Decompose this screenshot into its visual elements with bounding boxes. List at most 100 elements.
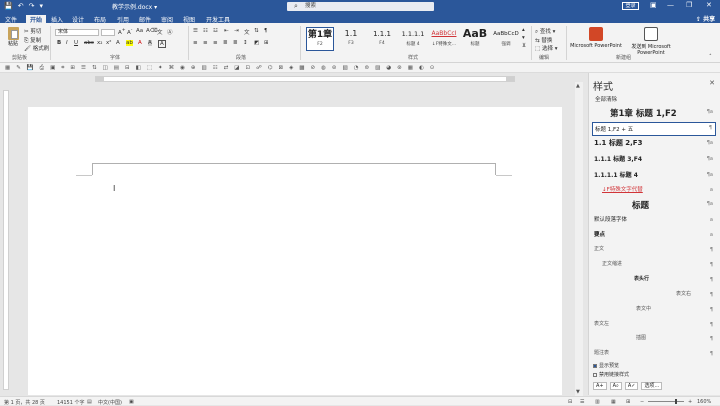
phonetic-guide-icon[interactable]: 文 bbox=[157, 28, 163, 36]
restore-button[interactable]: ❐ bbox=[686, 1, 692, 9]
toolbar-icon[interactable]: ⊡ bbox=[245, 65, 250, 71]
decrease-indent-icon[interactable]: ⇤ bbox=[224, 28, 229, 34]
save-icon[interactable]: 💾 bbox=[4, 2, 13, 10]
find-button[interactable]: ⌕ 查找 ▾ bbox=[535, 27, 555, 36]
gallery-scroll-down-icon[interactable]: ▾ bbox=[522, 35, 525, 41]
manage-styles-icon[interactable]: A✓ bbox=[624, 382, 639, 390]
vertical-scrollbar[interactable]: ▲ ▼ bbox=[575, 82, 583, 396]
toolbar-icon[interactable]: ⌗ bbox=[61, 65, 64, 71]
toolbar-icon[interactable]: ◕ bbox=[386, 65, 391, 71]
replace-button[interactable]: ⇆ 替换 bbox=[535, 36, 552, 44]
toolbar-icon[interactable]: ▩ bbox=[299, 65, 304, 71]
style-gallery-item-f2[interactable]: 第1章 F2 bbox=[306, 27, 334, 51]
new-style-icon[interactable]: A+ bbox=[593, 382, 607, 390]
options-button[interactable]: 选项... bbox=[641, 382, 663, 390]
toolbar-icon[interactable]: ⊙ bbox=[430, 65, 435, 71]
grow-font-icon[interactable]: A+ bbox=[118, 28, 126, 36]
chinese-layout-icon[interactable]: 文 bbox=[244, 28, 250, 36]
gallery-more-icon[interactable]: ⊻ bbox=[522, 43, 526, 49]
document-title-dropdown-icon[interactable]: ▾ bbox=[154, 4, 157, 11]
redo-icon[interactable]: ↷ bbox=[29, 2, 35, 10]
collapse-ribbon-icon[interactable]: ˄ bbox=[709, 54, 712, 60]
style-inspector-icon[interactable]: A⌕ bbox=[609, 382, 622, 390]
style-item-heading4[interactable]: 1.1.1.1 标题 4 ¶a bbox=[592, 170, 716, 184]
undo-icon[interactable]: ↶ bbox=[18, 2, 24, 10]
increase-indent-icon[interactable]: ⇥ bbox=[234, 28, 239, 34]
read-mode-icon[interactable]: ▥ bbox=[595, 399, 600, 405]
toolbar-icon[interactable]: ⊠ bbox=[278, 65, 283, 71]
print-layout-icon[interactable]: ▦ bbox=[611, 399, 616, 405]
style-gallery-item-f3[interactable]: 1.1 F3 bbox=[337, 27, 365, 51]
toolbar-icon[interactable]: ◉ bbox=[180, 65, 185, 71]
toolbar-icon[interactable]: ◧ bbox=[136, 65, 141, 71]
style-item-body[interactable]: 正文 ¶ bbox=[592, 245, 716, 259]
style-item-title[interactable]: 标题 ¶a bbox=[592, 199, 716, 213]
toolbar-icon[interactable]: 💾 bbox=[27, 65, 34, 71]
share-button[interactable]: ⇪ 共享 bbox=[696, 14, 715, 23]
style-gallery-item-f4[interactable]: 1.1.1 F4 bbox=[368, 27, 396, 51]
powerpoint-button[interactable]: Microsoft PowerPoint bbox=[566, 27, 626, 49]
font-color-icon[interactable]: A bbox=[138, 40, 142, 46]
send-to-powerpoint-button[interactable]: 发送到 Microsoft PowerPoint bbox=[621, 27, 681, 56]
document-page[interactable]: I bbox=[28, 107, 562, 395]
close-button[interactable]: ✕ bbox=[706, 1, 712, 9]
numbering-icon[interactable]: ☷ bbox=[203, 28, 208, 34]
style-item-special-text[interactable]: ↓F特殊文字代替 a bbox=[592, 185, 716, 199]
show-preview-checkbox[interactable]: 显示预览 bbox=[593, 362, 629, 369]
zoom-out-icon[interactable]: − bbox=[640, 399, 644, 405]
toolbar-icon[interactable]: ◔ bbox=[354, 65, 359, 71]
style-item-heading1[interactable]: 第1章 标题 1,F2 ¶a bbox=[592, 107, 716, 121]
align-center-icon[interactable]: ≡ bbox=[203, 40, 208, 46]
toolbar-icon[interactable]: ⌘ bbox=[169, 65, 175, 71]
close-icon[interactable]: ✕ bbox=[709, 79, 715, 87]
macro-record-icon[interactable]: ▣ bbox=[129, 399, 134, 405]
change-case-icon[interactable]: Aa bbox=[136, 28, 143, 34]
style-gallery-item-emphasis[interactable]: AaBbCcD 强调 bbox=[492, 27, 520, 51]
customize-qat-icon[interactable]: ▾ bbox=[39, 2, 43, 10]
clear-format-icon[interactable]: A⌫ bbox=[146, 28, 158, 34]
toolbar-icon[interactable]: ⊛ bbox=[397, 65, 402, 71]
toolbar-icon[interactable]: ▣ bbox=[50, 65, 55, 71]
line-spacing-icon[interactable]: ↕ bbox=[243, 40, 248, 46]
toolbar-icon[interactable]: ▦ bbox=[5, 65, 10, 71]
toolbar-icon[interactable]: ⇅ bbox=[92, 65, 97, 71]
clear-all-style[interactable]: 全部清除 bbox=[595, 95, 617, 103]
shrink-font-icon[interactable]: A- bbox=[127, 28, 132, 36]
style-gallery-item-heading4[interactable]: 1.1.1.1 标题 4 bbox=[399, 27, 427, 51]
strikethrough-icon[interactable]: abc bbox=[84, 40, 94, 46]
underline-icon[interactable]: U bbox=[74, 40, 78, 46]
distributed-icon[interactable]: ≣ bbox=[233, 40, 238, 46]
style-item-caption-table[interactable]: 题注表 ¶ bbox=[592, 349, 716, 363]
subscript-icon[interactable]: x₂ bbox=[97, 40, 102, 46]
outline-view-icon[interactable]: ⊞ bbox=[626, 399, 630, 405]
scroll-down-icon[interactable]: ▼ bbox=[576, 389, 580, 395]
tab-home[interactable]: 开始 bbox=[26, 15, 47, 24]
toolbar-icon[interactable]: ⊟ bbox=[125, 65, 130, 71]
toolbar-icon[interactable]: ◪ bbox=[234, 65, 239, 71]
style-item-key-point[interactable]: 要点 a bbox=[592, 230, 716, 244]
toolbar-icon[interactable]: ⊚ bbox=[332, 65, 337, 71]
show-marks-icon[interactable]: ¶ bbox=[264, 28, 268, 34]
proofing-icon[interactable]: ▤ bbox=[87, 399, 92, 405]
toolbar-icon[interactable]: ✦ bbox=[158, 65, 163, 71]
style-item-default-font[interactable]: 默认段落字体 a bbox=[592, 215, 716, 229]
style-item-heading2[interactable]: 1.1 标题 2,F3 ¶a bbox=[592, 138, 716, 152]
align-right-icon[interactable]: ≡ bbox=[213, 40, 218, 46]
toolbar-icon[interactable]: ⊞ bbox=[70, 65, 75, 71]
toolbar-icon[interactable]: ✎ bbox=[16, 65, 21, 71]
enclose-char-icon[interactable]: Ⓐ bbox=[167, 28, 173, 36]
style-item-heading1-five[interactable]: 标题 1,F2 + 五 ¶ bbox=[592, 122, 716, 136]
web-layout-icon[interactable]: ☰ bbox=[580, 399, 584, 405]
char-border-icon[interactable]: A bbox=[158, 40, 166, 48]
toolbar-icon[interactable]: ⇄ bbox=[224, 65, 229, 71]
style-item-body-indent[interactable]: 正文缩进 ¶ bbox=[592, 260, 716, 274]
toolbar-icon[interactable]: ☍ bbox=[256, 65, 262, 71]
toolbar-icon[interactable]: ▧ bbox=[343, 65, 348, 71]
justify-icon[interactable]: ≣ bbox=[223, 40, 228, 46]
toolbar-icon[interactable]: ☷ bbox=[213, 65, 218, 71]
style-item-table-right[interactable]: 表文右 ¶ bbox=[592, 290, 716, 304]
search-box[interactable]: ⌕ 搜索 bbox=[287, 2, 434, 11]
toolbar-icon[interactable]: ▦ bbox=[408, 65, 413, 71]
bold-icon[interactable]: B bbox=[57, 40, 61, 46]
paste-button[interactable]: 粘贴 bbox=[5, 27, 21, 47]
